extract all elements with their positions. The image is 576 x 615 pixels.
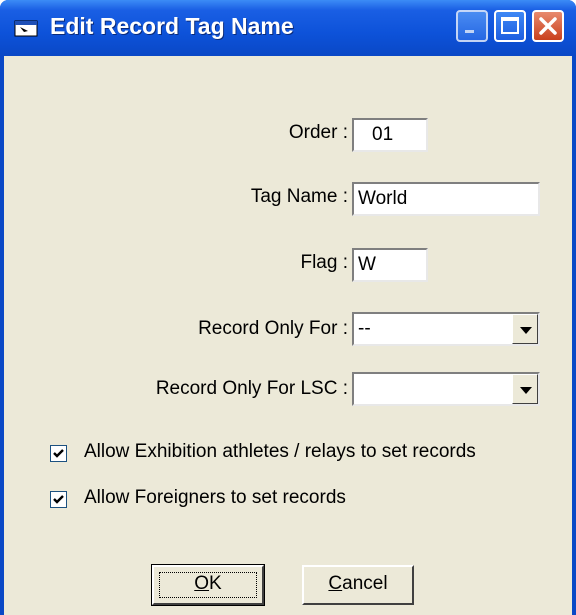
chevron-down-icon[interactable] <box>512 314 538 344</box>
minimize-button[interactable] <box>456 10 488 42</box>
cancel-label: ancel <box>342 573 388 594</box>
dialog-body: Order : 01 Tag Name : World Flag : W Rec… <box>4 56 572 615</box>
checkmark-icon <box>53 495 64 504</box>
record-only-for-select[interactable]: -- <box>352 312 540 346</box>
cancel-button[interactable]: Cancel <box>302 565 414 605</box>
cancel-accelerator: C <box>328 573 343 594</box>
focus-rectangle <box>159 572 257 598</box>
order-input[interactable]: 01 <box>352 118 428 152</box>
minimize-icon <box>465 30 474 33</box>
app-window-icon[interactable] <box>14 18 40 38</box>
record-only-for-lsc-label: Record Only For LSC : <box>155 378 348 399</box>
ok-button[interactable]: OK <box>151 564 265 606</box>
record-only-for-lsc-select[interactable] <box>352 372 540 406</box>
tag-name-label: Tag Name : <box>250 186 348 207</box>
record-only-for-value: -- <box>358 318 371 339</box>
close-button[interactable] <box>532 10 564 42</box>
title-bar[interactable]: Edit Record Tag Name <box>0 0 576 56</box>
dialog-window: Edit Record Tag Name Order : 01 Tag Name… <box>0 0 576 615</box>
window-border-right <box>572 56 576 615</box>
maximize-button[interactable] <box>494 10 526 42</box>
record-only-for-label: Record Only For : <box>198 318 348 339</box>
flag-input[interactable]: W <box>352 248 428 282</box>
flag-label: Flag : <box>300 252 348 273</box>
allow-exhibition-label[interactable]: Allow Exhibition athletes / relays to se… <box>84 441 476 463</box>
chevron-down-icon[interactable] <box>512 374 538 404</box>
window-title: Edit Record Tag Name <box>50 13 294 39</box>
tag-name-input[interactable]: World <box>352 182 540 216</box>
allow-exhibition-checkbox[interactable] <box>50 445 67 462</box>
maximize-icon <box>501 17 519 34</box>
order-label: Order : <box>288 122 348 143</box>
checkmark-icon <box>53 449 64 458</box>
close-icon <box>539 17 557 35</box>
allow-foreigners-label[interactable]: Allow Foreigners to set records <box>84 487 346 509</box>
allow-foreigners-checkbox[interactable] <box>50 491 67 508</box>
